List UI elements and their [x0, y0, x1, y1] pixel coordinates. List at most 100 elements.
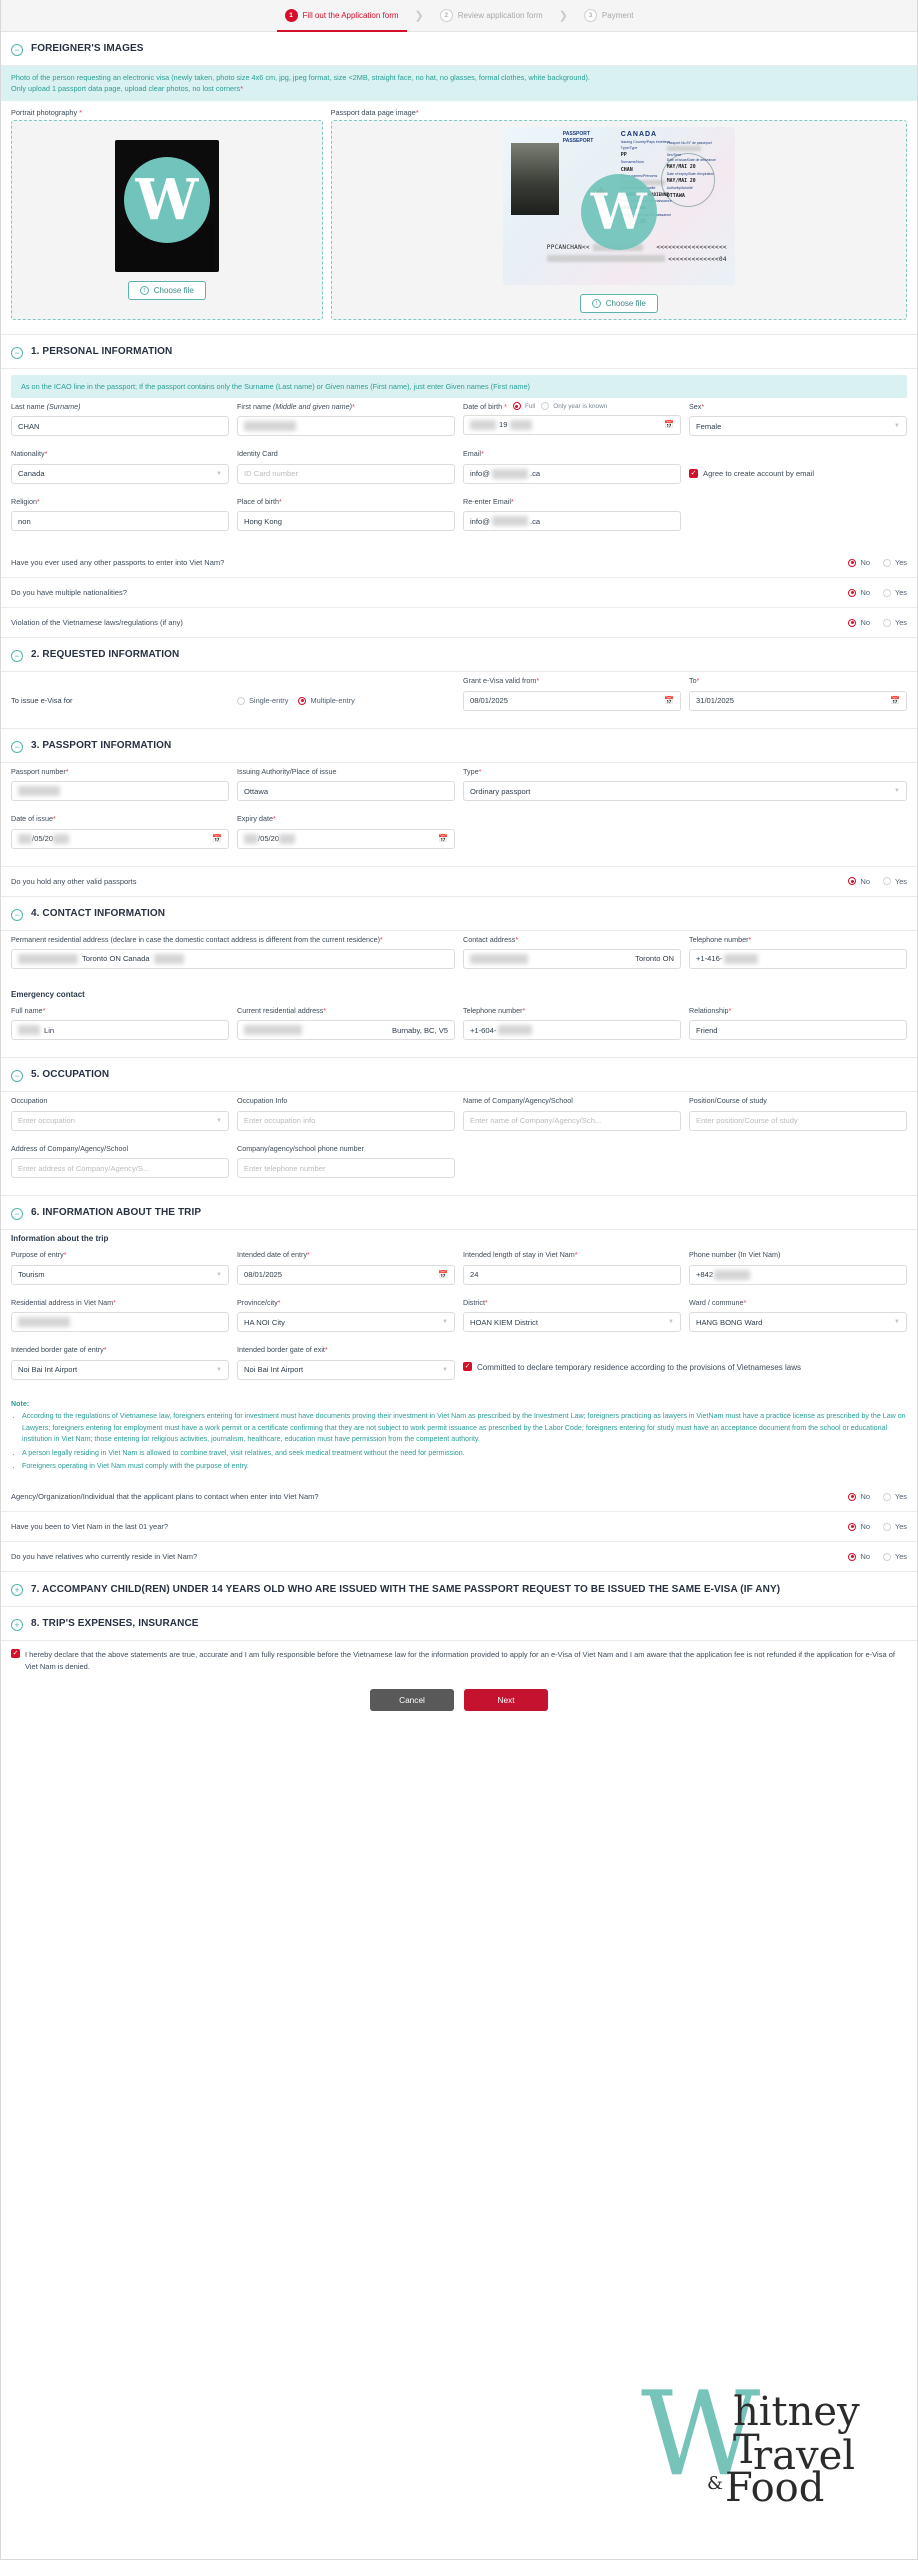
select-occupation[interactable]: Enter occupation ▼ [11, 1110, 229, 1131]
calendar-icon-intended-date[interactable]: 📅 [438, 1270, 448, 1279]
checkbox-checked-icon-email[interactable]: ✓ [689, 469, 698, 479]
step-payment[interactable]: 3 Payment [570, 0, 648, 32]
input-length-of-stay[interactable]: 24 [463, 1264, 681, 1285]
collapse-minus-icon-occupation[interactable]: − [11, 1070, 23, 1083]
radio-been-to-vietnam-yes[interactable]: Yes [882, 1522, 907, 1531]
collapse-minus-icon-personal[interactable]: − [11, 346, 23, 359]
collapse-minus-icon-passport[interactable]: − [11, 740, 23, 753]
section-header-trip[interactable]: − 6. INFORMATION ABOUT THE TRIP [1, 1196, 917, 1229]
calendar-icon-date-of-issue[interactable]: 📅 [212, 834, 222, 843]
select-nationality[interactable]: Canada ▼ [11, 463, 229, 484]
calendar-icon-dob[interactable]: 📅 [664, 420, 674, 429]
expand-plus-icon-expenses[interactable]: + [11, 1619, 23, 1632]
input-phone-in-vietnam[interactable]: +842 [689, 1264, 907, 1285]
input-telephone-number[interactable]: +1-416- [689, 948, 907, 969]
section-header-passport-information[interactable]: − 3. PASSPORT INFORMATION [1, 729, 917, 762]
input-religion[interactable]: non [11, 511, 229, 532]
radio-other-passports-no[interactable]: No [848, 558, 870, 567]
passport-dropzone[interactable]: PASSPORT PASSEPORT CANADA Issuing Countr… [330, 119, 907, 320]
select-border-gate-entry[interactable]: Noi Bai Int Airport ▼ [11, 1359, 229, 1380]
checkbox-checked-icon-declaration[interactable]: ✓ [11, 1649, 20, 1659]
radio-been-to-vietnam-no[interactable]: No [848, 1522, 870, 1531]
radio-single-entry[interactable]: Single-entry [237, 696, 288, 705]
radio-other-valid-passports-yes[interactable]: Yes [882, 877, 907, 886]
input-date-of-issue[interactable]: /05/20 📅 [11, 828, 229, 849]
input-occupation-info[interactable]: Enter occupation info [237, 1110, 455, 1131]
section-header-personal-information[interactable]: − 1. PERSONAL INFORMATION [1, 335, 917, 368]
radio-agency-contact-no[interactable]: No [848, 1492, 870, 1501]
section-header-occupation[interactable]: − 5. OCCUPATION [1, 1058, 917, 1091]
radio-dob-year-only[interactable]: Only year is known [541, 402, 607, 411]
choose-file-button-portrait[interactable]: ↑ Choose file [127, 280, 206, 300]
input-date-of-birth[interactable]: 19 📅 [463, 414, 681, 435]
input-emergency-telephone[interactable]: +1-604- [463, 1020, 681, 1041]
input-position-course[interactable]: Enter position/Course of study [689, 1110, 907, 1131]
portrait-dropzone[interactable]: W ↑ Choose file [11, 119, 323, 320]
input-place-of-birth[interactable]: Hong Kong [237, 511, 455, 532]
input-email[interactable]: info@ .ca [463, 463, 681, 484]
radio-other-passports-yes[interactable]: Yes [882, 558, 907, 567]
radio-relatives-no[interactable]: No [848, 1552, 870, 1561]
section-header-requested-information[interactable]: − 2. REQUESTED INFORMATION [1, 638, 917, 671]
expand-plus-icon-accompany[interactable]: + [11, 1584, 23, 1597]
choose-file-button-passport[interactable]: ↑ Choose file [579, 293, 658, 313]
radio-agency-contact-yes[interactable]: Yes [882, 1492, 907, 1501]
input-emergency-relationship[interactable]: Friend [689, 1020, 907, 1041]
select-ward-commune[interactable]: HANG BONG Ward ▼ [689, 1312, 907, 1333]
checkbox-checked-icon-commit[interactable]: ✓ [463, 1361, 472, 1371]
checkbox-agree-create-account[interactable]: ✓ Agree to create account by email [689, 469, 814, 479]
section-header-trip-expenses[interactable]: + 8. TRIP'S EXPENSES, INSURANCE [1, 1607, 917, 1640]
input-permanent-address[interactable]: Toronto ON Canada [11, 948, 455, 969]
field-identity-card: Identity Card ID Card number [237, 449, 455, 484]
input-issuing-authority[interactable]: Ottawa [237, 781, 455, 802]
input-residential-address-vietnam[interactable] [11, 1312, 229, 1333]
radio-multiple-entry[interactable]: Multiple-entry [298, 696, 355, 705]
select-passport-type[interactable]: Ordinary passport ▼ [463, 781, 907, 802]
input-company-address[interactable]: Enter address of Company/Agency/S... [11, 1158, 229, 1179]
step-fill-application-form[interactable]: 1 Fill out the Application form [271, 0, 413, 32]
section-header-foreigners-images[interactable]: − FOREIGNER'S IMAGES [1, 32, 917, 65]
input-company-phone[interactable]: Enter telephone number [237, 1158, 455, 1179]
input-passport-number[interactable] [11, 781, 229, 802]
collapse-minus-icon-images[interactable]: − [11, 44, 23, 56]
input-expiry-date[interactable]: /05/20 📅 [237, 828, 455, 849]
select-district[interactable]: HOAN KIEM District ▼ [463, 1312, 681, 1333]
radio-multiple-nationalities-no[interactable]: No [848, 588, 870, 597]
collapse-minus-icon-trip[interactable]: − [11, 1208, 23, 1221]
radio-other-valid-passports-no[interactable]: No [848, 877, 870, 886]
select-sex[interactable]: Female ▼ [689, 416, 907, 437]
input-last-name[interactable]: CHAN [11, 416, 229, 437]
input-reenter-email[interactable]: info@ .ca [463, 511, 681, 532]
collapse-minus-icon-requested[interactable]: − [11, 650, 23, 663]
select-purpose-of-entry[interactable]: Tourism ▼ [11, 1264, 229, 1285]
collapse-minus-icon-contact[interactable]: − [11, 908, 23, 921]
input-emergency-current-address[interactable]: Burnaby, BC, V5 [237, 1020, 455, 1041]
input-contact-address[interactable]: Toronto ON [463, 948, 681, 969]
checkbox-commit-temporary-residence[interactable]: ✓ Committed to declare temporary residen… [463, 1360, 907, 1374]
input-identity-card[interactable]: ID Card number [237, 463, 455, 484]
next-button[interactable]: Next [464, 1689, 548, 1712]
input-emergency-full-name[interactable]: Lin [11, 1020, 229, 1041]
radio-dob-full[interactable]: Full [512, 402, 535, 411]
input-intended-date-of-entry[interactable]: 08/01/2025 📅 [237, 1264, 455, 1285]
step-review-application-form[interactable]: 2 Review application form [426, 0, 557, 32]
radio-relatives-yes[interactable]: Yes [882, 1552, 907, 1561]
section-title-requested-information: 2. REQUESTED INFORMATION [31, 649, 180, 661]
calendar-icon-valid-to[interactable]: 📅 [890, 696, 900, 705]
select-province-city[interactable]: HA NOI City ▼ [237, 1312, 455, 1333]
section-header-accompany-children[interactable]: + 7. ACCOMPANY CHILD(REN) UNDER 14 YEARS… [1, 1572, 917, 1606]
radio-law-violation-no[interactable]: No [848, 618, 870, 627]
select-border-gate-exit[interactable]: Noi Bai Int Airport ▼ [237, 1359, 455, 1380]
input-first-name[interactable] [237, 416, 455, 437]
passport-mrz-line-1-tail: <<<<<<<<<<<<<<<<<< [656, 243, 727, 251]
calendar-icon-valid-from[interactable]: 📅 [664, 696, 674, 705]
calendar-icon-expiry-date[interactable]: 📅 [438, 834, 448, 843]
input-company-name[interactable]: Enter name of Company/Agency/Sch... [463, 1110, 681, 1131]
cancel-button[interactable]: Cancel [370, 1689, 454, 1712]
input-valid-from[interactable]: 08/01/2025 📅 [463, 690, 681, 711]
wordpress-placeholder-icon-passport: W [580, 173, 657, 250]
input-valid-to[interactable]: 31/01/2025 📅 [689, 690, 907, 711]
radio-multiple-nationalities-yes[interactable]: Yes [882, 588, 907, 597]
section-header-contact-information[interactable]: − 4. CONTACT INFORMATION [1, 897, 917, 930]
radio-law-violation-yes[interactable]: Yes [882, 618, 907, 627]
